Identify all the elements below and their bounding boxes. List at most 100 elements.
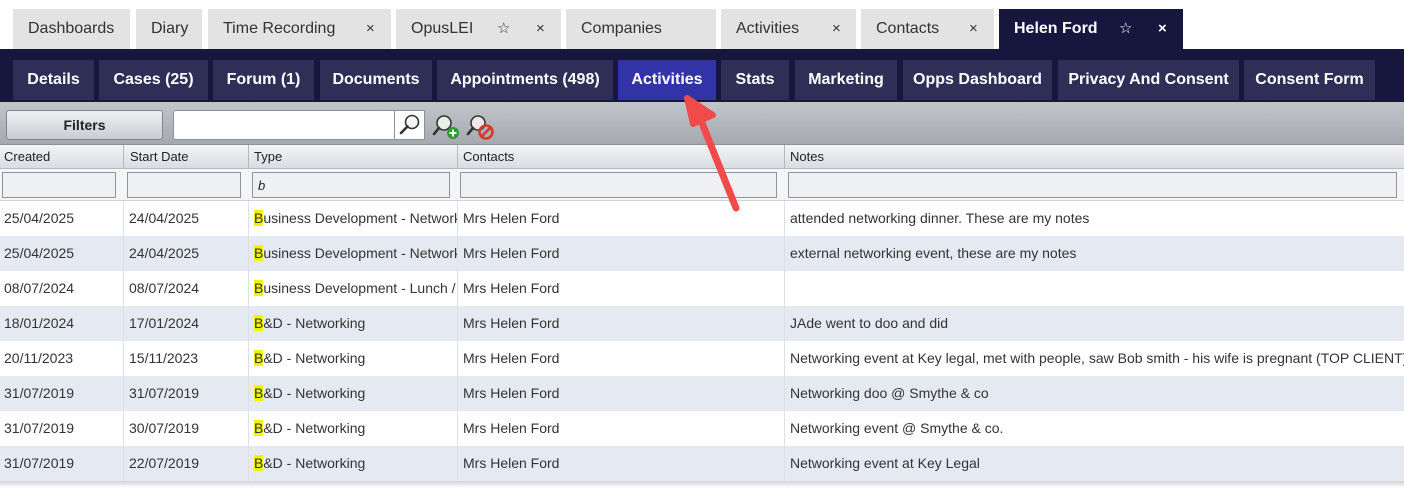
cell-type-text: &D - Networking	[263, 350, 366, 366]
top-tab-diary[interactable]: Diary	[136, 9, 202, 49]
cell-type: Business Development - Lunch /	[249, 271, 458, 306]
tab-documents[interactable]: Documents	[320, 60, 432, 100]
search-button[interactable]	[395, 110, 425, 140]
filter-created-input[interactable]	[2, 172, 116, 198]
star-icon[interactable]: ☆	[1119, 21, 1132, 37]
table-row[interactable]: 08/07/2024 08/07/2024 Business Developme…	[0, 271, 1404, 306]
column-header-type[interactable]: Type	[249, 145, 458, 169]
filters-button[interactable]: Filters	[6, 110, 163, 140]
search-input[interactable]	[173, 110, 395, 140]
filter-start-date-input[interactable]	[127, 172, 241, 198]
cell-created: 31/07/2019	[0, 376, 124, 411]
tab-forum[interactable]: Forum (1)	[213, 60, 314, 100]
table-row[interactable]: 25/04/2025 24/04/2025 Business Developme…	[0, 236, 1404, 271]
table-row[interactable]: 31/07/2019 30/07/2019 B&D - Networking M…	[0, 411, 1404, 446]
cell-type: Business Development - Network	[249, 201, 458, 236]
table-row[interactable]: 18/01/2024 17/01/2024 B&D - Networking M…	[0, 306, 1404, 341]
cell-type-text: &D - Networking	[263, 420, 366, 436]
cell-notes	[785, 271, 1404, 306]
column-header-start-date[interactable]: Start Date	[124, 145, 249, 169]
cell-type-text: &D - Networking	[263, 315, 366, 331]
table-row[interactable]: 31/07/2019 22/07/2019 B&D - Networking M…	[0, 446, 1404, 481]
cell-contacts: Mrs Helen Ford	[458, 446, 785, 481]
cell-notes: Networking event at Key Legal	[790, 455, 980, 471]
cell-start-date: 15/11/2023	[124, 341, 249, 376]
cell-notes: JAde went to doo and did	[790, 315, 949, 331]
top-tab-dashboards[interactable]: Dashboards	[13, 9, 130, 49]
cell-type: B&D - Networking	[249, 446, 458, 481]
filter-notes-input[interactable]	[788, 172, 1397, 198]
top-tab-bar: Dashboards Diary Time Recording × OpusLE…	[0, 0, 1404, 49]
tab-details[interactable]: Details	[13, 60, 94, 100]
search-highlight: B	[254, 385, 264, 401]
tab-opps-dashboard[interactable]: Opps Dashboard	[903, 60, 1052, 100]
top-tab-label: Contacts	[876, 20, 940, 37]
cell-type-text: usiness Development - Network	[263, 210, 458, 226]
top-tab-helen-ford[interactable]: Helen Ford ☆ ×	[999, 9, 1183, 49]
column-header-created[interactable]: Created	[0, 145, 124, 169]
magnifier-icon	[399, 114, 419, 135]
cell-start-date: 30/07/2019	[124, 411, 249, 446]
cell-created: 08/07/2024	[0, 271, 124, 306]
cell-start-date: 24/04/2025	[124, 201, 249, 236]
close-icon[interactable]: ×	[366, 21, 375, 37]
cell-notes: attended networking dinner. These are my…	[790, 210, 1090, 226]
filter-type-input[interactable]: b	[252, 172, 450, 198]
cell-created: 25/04/2025	[0, 236, 124, 271]
tab-marketing[interactable]: Marketing	[795, 60, 897, 100]
cell-created: 25/04/2025	[0, 201, 124, 236]
tab-activities[interactable]: Activities	[618, 60, 716, 100]
cell-created: 18/01/2024	[0, 306, 124, 341]
top-tab-label: Companies	[581, 20, 662, 37]
tab-stats[interactable]: Stats	[721, 60, 789, 100]
close-icon[interactable]: ×	[536, 21, 545, 37]
grid-toolbar: Filters	[0, 102, 1404, 145]
tab-privacy-and-consent[interactable]: Privacy And Consent	[1058, 60, 1239, 100]
star-icon[interactable]: ☆	[497, 21, 510, 37]
cell-start-date: 17/01/2024	[124, 306, 249, 341]
top-tab-label: Diary	[151, 20, 189, 37]
cell-contacts: Mrs Helen Ford	[458, 376, 785, 411]
cell-start-date: 24/04/2025	[124, 236, 249, 271]
tab-appointments[interactable]: Appointments (498)	[437, 60, 613, 100]
close-icon[interactable]: ×	[1158, 21, 1167, 37]
table-row[interactable]: 20/11/2023 15/11/2023 B&D - Networking M…	[0, 341, 1404, 376]
top-tab-activities[interactable]: Activities ×	[721, 9, 856, 49]
table-row[interactable]: 25/04/2025 24/04/2025 Business Developme…	[0, 201, 1404, 236]
close-icon[interactable]: ×	[832, 21, 841, 37]
tab-consent-form[interactable]: Consent Form	[1244, 60, 1375, 100]
search-box	[173, 110, 425, 140]
grid-header-row: Created Start Date Type Contacts Notes	[0, 145, 1404, 169]
top-tab-time-recording[interactable]: Time Recording ×	[208, 9, 391, 49]
column-header-contacts[interactable]: Contacts	[458, 145, 785, 169]
cell-start-date: 08/07/2024	[124, 271, 249, 306]
record-tab-bar: Details Cases (25) Forum (1) Documents A…	[0, 49, 1404, 102]
cell-contacts: Mrs Helen Ford	[458, 411, 785, 446]
cell-type-text: usiness Development - Lunch /	[263, 280, 456, 296]
clear-filter-icon[interactable]	[466, 112, 496, 142]
search-highlight: B	[254, 210, 264, 226]
cell-type-text: usiness Development - Network	[263, 245, 458, 261]
cell-type-text: &D - Networking	[263, 455, 366, 471]
cell-created: 20/11/2023	[0, 341, 124, 376]
top-tab-companies[interactable]: Companies	[566, 9, 716, 49]
cell-notes: external networking event, these are my …	[790, 245, 1077, 261]
top-tab-label: Helen Ford	[1014, 20, 1098, 37]
grid-filter-row: b	[0, 169, 1404, 201]
filter-contacts-input[interactable]	[460, 172, 777, 198]
top-tab-contacts[interactable]: Contacts ×	[861, 9, 994, 49]
cell-type: B&D - Networking	[249, 306, 458, 341]
table-row[interactable]: 31/07/2019 31/07/2019 B&D - Networking M…	[0, 376, 1404, 411]
cell-type: Business Development - Network	[249, 236, 458, 271]
cell-start-date: 31/07/2019	[124, 376, 249, 411]
cell-type: B&D - Networking	[249, 411, 458, 446]
cell-contacts: Mrs Helen Ford	[458, 236, 785, 271]
top-tab-opuslei[interactable]: OpusLEI ☆ ×	[396, 9, 561, 49]
close-icon[interactable]: ×	[969, 21, 978, 37]
top-tab-label: Time Recording	[223, 20, 336, 37]
add-filter-icon[interactable]	[432, 112, 462, 142]
tab-cases[interactable]: Cases (25)	[99, 60, 208, 100]
cell-contacts: Mrs Helen Ford	[458, 201, 785, 236]
search-highlight: B	[254, 455, 264, 471]
column-header-notes[interactable]: Notes	[785, 145, 1404, 169]
